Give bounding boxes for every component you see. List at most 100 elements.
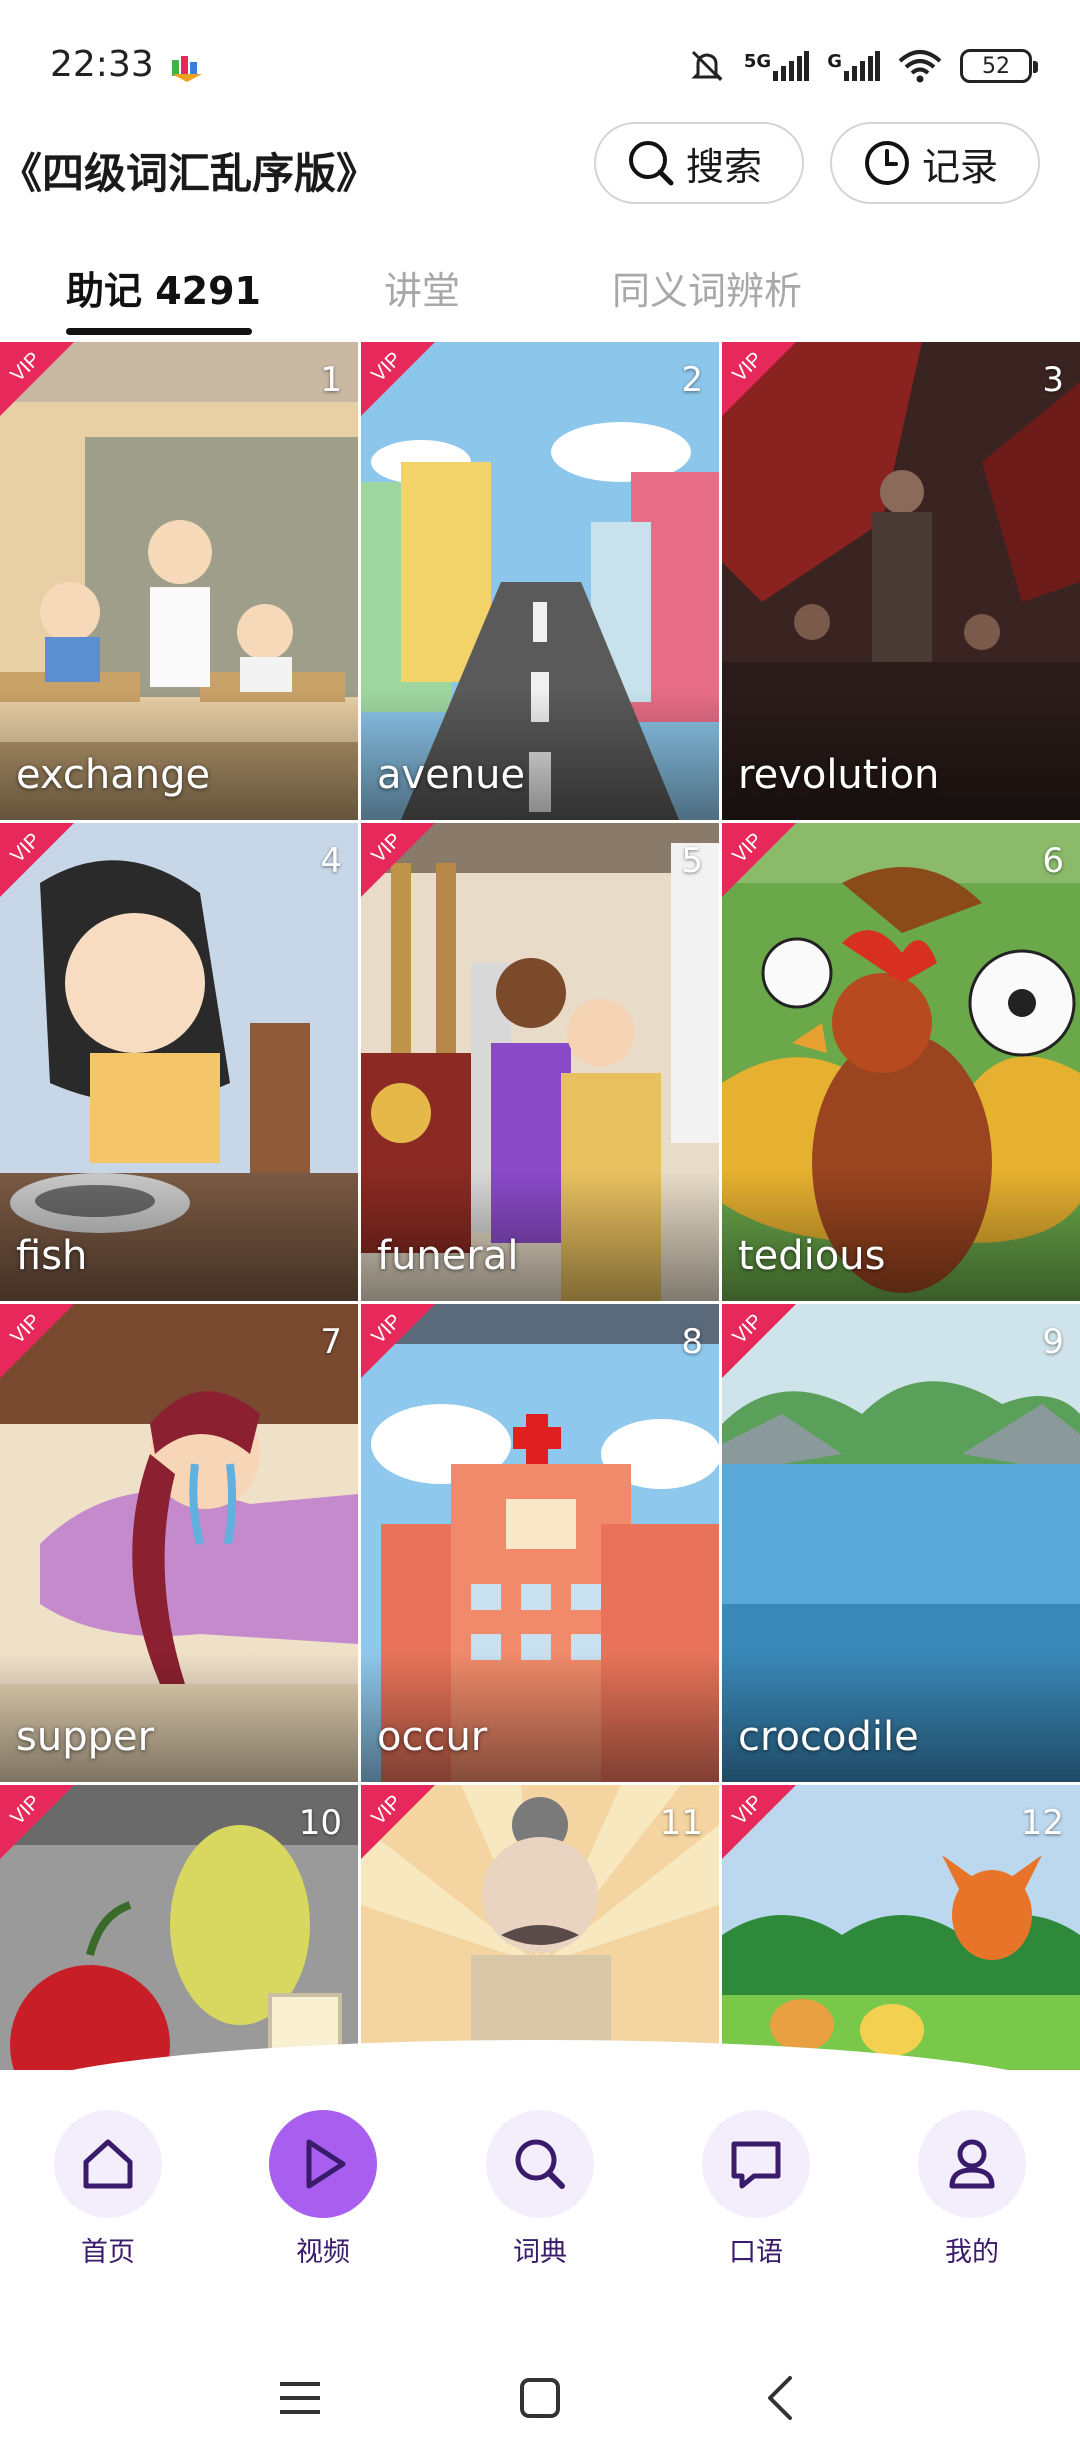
home-icon — [83, 2139, 133, 2189]
nav-home-button[interactable] — [54, 2110, 162, 2218]
vip-badge: VIP — [0, 1304, 74, 1378]
tile-number: 7 — [320, 1322, 342, 1362]
vip-badge: VIP — [361, 1785, 435, 1859]
square-icon — [520, 2378, 560, 2418]
home-nav-button[interactable] — [510, 2368, 570, 2428]
signal-bars-icon — [844, 51, 880, 81]
nav-dictionary-button[interactable] — [486, 2110, 594, 2218]
header: 《四级词汇乱序版》 搜索 记录 — [0, 120, 1080, 230]
nav-profile-button[interactable] — [918, 2110, 1026, 2218]
nav-profile[interactable]: 我的 — [912, 2110, 1032, 2269]
tab-mnemonic[interactable]: 助记 4291 — [66, 260, 261, 315]
tile-number: 9 — [1042, 1322, 1064, 1362]
signal-5g: 5G — [744, 51, 810, 81]
video-grid: VIP 1 exchange VIP 2 avenue VIP 3 revolu… — [0, 342, 1080, 2070]
tile-number: 5 — [681, 841, 703, 881]
vip-badge: VIP — [722, 1304, 796, 1378]
nav-dictionary-label: 词典 — [513, 2237, 567, 2268]
menu-icon — [280, 2382, 320, 2414]
wifi-icon — [898, 50, 942, 83]
back-button[interactable] — [750, 2368, 810, 2428]
video-tile[interactable]: VIP 9 crocodile — [722, 1304, 1080, 1782]
nav-video-label: 视频 — [296, 2237, 350, 2268]
video-tile[interactable]: VIP 10 — [0, 1785, 358, 2070]
tile-word: exchange — [16, 752, 211, 798]
tile-number: 2 — [681, 360, 703, 400]
nav-home-label: 首页 — [81, 2237, 135, 2268]
vip-label: VIP — [6, 347, 45, 387]
video-tile[interactable]: VIP 12 — [722, 1785, 1080, 2070]
search-icon — [515, 2139, 565, 2189]
vip-label: VIP — [6, 1790, 45, 1830]
tile-word: crocodile — [738, 1714, 919, 1760]
profile-icon — [949, 2139, 995, 2189]
nav-dictionary[interactable]: 词典 — [480, 2110, 600, 2269]
tile-number: 6 — [1042, 841, 1064, 881]
vip-badge: VIP — [722, 1785, 796, 1859]
tile-number: 1 — [320, 360, 342, 400]
battery-indicator: 52 — [960, 49, 1038, 83]
status-bar: 22:33 5G G 52 — [0, 0, 1080, 120]
nav-home[interactable]: 首页 — [48, 2110, 168, 2269]
vip-label: VIP — [6, 1309, 45, 1349]
nav-video-button[interactable] — [269, 2110, 377, 2218]
vip-badge: VIP — [0, 823, 74, 897]
video-tile[interactable]: VIP 4 fish — [0, 823, 358, 1301]
nav-video[interactable]: 视频 — [263, 2110, 383, 2269]
record-button[interactable]: 记录 — [830, 122, 1040, 204]
search-button-label: 搜索 — [686, 144, 763, 189]
video-tile[interactable]: VIP 8 occur — [361, 1304, 719, 1782]
tile-number: 11 — [659, 1803, 703, 1843]
vip-label: VIP — [367, 1309, 406, 1349]
video-tile[interactable]: VIP 5 funeral — [361, 823, 719, 1301]
status-time: 22:33 — [50, 44, 154, 85]
nav-speaking[interactable]: 口语 — [696, 2110, 816, 2269]
vip-badge: VIP — [722, 342, 796, 416]
vip-label: VIP — [367, 1790, 406, 1830]
video-tile[interactable]: VIP 6 tedious — [722, 823, 1080, 1301]
vip-badge: VIP — [722, 823, 796, 897]
mute-icon — [691, 50, 723, 82]
nav-profile-label: 我的 — [945, 2237, 999, 2268]
tile-word: fish — [16, 1233, 88, 1279]
menu-button[interactable] — [270, 2368, 330, 2428]
signal-g: G — [827, 51, 880, 81]
app-notification-icon — [172, 56, 202, 82]
vip-label: VIP — [728, 828, 767, 868]
tile-number: 3 — [1042, 360, 1064, 400]
video-tile[interactable]: VIP 3 revolution — [722, 342, 1080, 820]
tile-word: avenue — [377, 752, 526, 798]
tile-number: 12 — [1020, 1803, 1064, 1843]
tile-number: 8 — [681, 1322, 703, 1362]
vip-label: VIP — [728, 347, 767, 387]
tab-synonyms[interactable]: 同义词辨析 — [612, 260, 802, 315]
vip-badge: VIP — [361, 1304, 435, 1378]
system-nav-bar — [0, 2340, 1080, 2460]
tile-word: revolution — [738, 752, 940, 798]
status-icons: 5G G 52 — [688, 44, 1038, 88]
tile-number: 10 — [298, 1803, 342, 1843]
video-tile[interactable]: VIP 7 supper — [0, 1304, 358, 1782]
chat-icon — [731, 2141, 781, 2189]
vip-label: VIP — [367, 347, 406, 387]
record-button-label: 记录 — [922, 144, 999, 189]
nav-speaking-button[interactable] — [702, 2110, 810, 2218]
search-button[interactable]: 搜索 — [594, 122, 804, 204]
video-tile[interactable]: VIP 11 — [361, 1785, 719, 2070]
network-label-2: G — [827, 51, 842, 72]
signal-bars-icon — [773, 51, 810, 81]
tile-word: tedious — [738, 1233, 886, 1279]
vip-label: VIP — [728, 1309, 767, 1349]
active-tab-indicator — [66, 328, 252, 335]
video-tile[interactable]: VIP 1 exchange — [0, 342, 358, 820]
video-tile[interactable]: VIP 2 avenue — [361, 342, 719, 820]
vip-badge: VIP — [0, 342, 74, 416]
search-icon — [629, 141, 674, 186]
page-title: 《四级词汇乱序版》 — [0, 149, 379, 198]
vip-badge: VIP — [0, 1785, 74, 1859]
vip-badge: VIP — [361, 823, 435, 897]
vip-label: VIP — [728, 1790, 767, 1830]
tab-lecture[interactable]: 讲堂 — [384, 260, 460, 315]
tile-word: occur — [377, 1714, 488, 1760]
nav-speaking-label: 口语 — [729, 2237, 783, 2268]
